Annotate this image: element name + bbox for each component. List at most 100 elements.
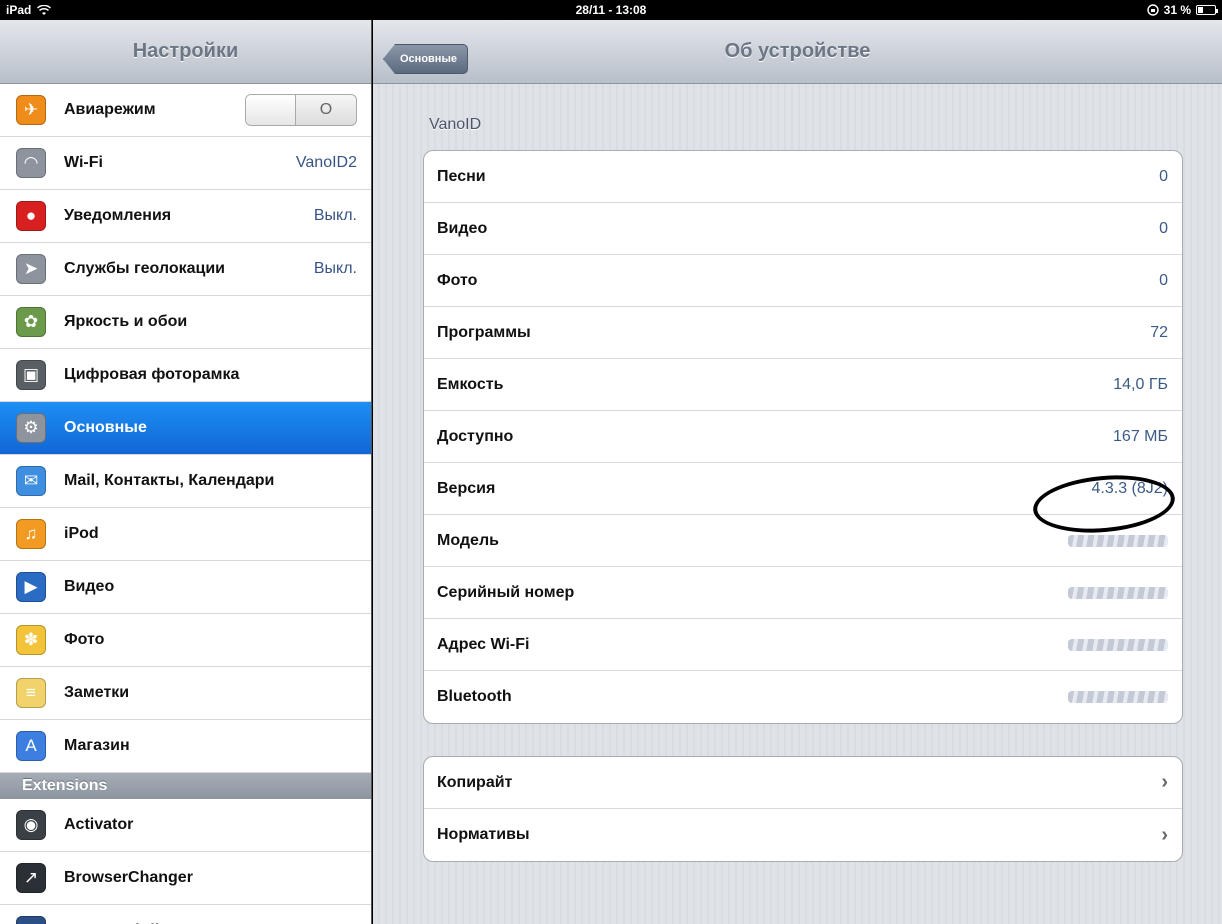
info-row-key: Модель bbox=[437, 531, 499, 549]
sidebar-item-label: Уведомления bbox=[64, 207, 172, 224]
general-icon: ⚙ bbox=[16, 413, 46, 443]
store-icon: A bbox=[16, 731, 46, 761]
sidebar-item[interactable]: ⚙ Основные bbox=[0, 402, 371, 455]
legal-row[interactable]: Копирайт › bbox=[424, 757, 1182, 809]
brightness-icon: ✿ bbox=[16, 307, 46, 337]
photo-frame-icon: ▣ bbox=[16, 360, 46, 390]
browserchanger-icon: ↗ bbox=[16, 863, 46, 893]
info-row-value: 0 bbox=[1159, 219, 1168, 237]
redacted-value bbox=[1068, 534, 1168, 547]
legal-table: Копирайт › Нормативы › bbox=[423, 756, 1183, 862]
info-row: Песни 0 bbox=[424, 151, 1182, 203]
info-row: Доступно 167 МБ bbox=[424, 411, 1182, 463]
battery-icon bbox=[1196, 5, 1218, 15]
sidebar-item[interactable]: ◠ Wi-Fi VanoID2 bbox=[0, 137, 371, 190]
sidebar-item[interactable]: ✿ Яркость и обои bbox=[0, 296, 371, 349]
status-bar: iPad 28/11 - 13:08 31 % bbox=[0, 0, 1222, 20]
legal-row[interactable]: Нормативы › bbox=[424, 809, 1182, 861]
sidebar-item-label: Авиарежим bbox=[64, 101, 156, 118]
airplane-icon: ✈ bbox=[16, 95, 46, 125]
chevron-right-icon: › bbox=[1161, 823, 1168, 846]
ipod-icon: ♫ bbox=[16, 519, 46, 549]
info-row: Фото 0 bbox=[424, 255, 1182, 307]
info-row-key: Фото bbox=[437, 271, 478, 289]
legal-row-label: Копирайт bbox=[437, 773, 513, 791]
info-row: Адрес Wi-Fi bbox=[424, 619, 1182, 671]
info-row-key: Песни bbox=[437, 167, 486, 185]
info-row: Bluetooth bbox=[424, 671, 1182, 723]
toggle-knob bbox=[246, 95, 296, 125]
info-row: Видео 0 bbox=[424, 203, 1182, 255]
info-row-key: Адрес Wi-Fi bbox=[437, 635, 530, 653]
info-row-value: 167 МБ bbox=[1113, 427, 1168, 445]
info-row-value: 0 bbox=[1159, 167, 1168, 185]
info-row-value: 14,0 ГБ bbox=[1113, 375, 1168, 393]
redacted-value bbox=[1068, 586, 1168, 599]
activator-icon: ◉ bbox=[16, 810, 46, 840]
redacted-value bbox=[1068, 638, 1168, 651]
info-row-key: Емкость bbox=[437, 375, 504, 393]
toggle-state-label: O bbox=[319, 101, 333, 118]
sidebar-item-label: Activator bbox=[64, 816, 134, 833]
info-row-key: Версия bbox=[437, 479, 496, 497]
sidebar-item-value: Выкл. bbox=[313, 207, 357, 224]
sidebar-item-value: Выкл. bbox=[313, 260, 357, 277]
sidebar-item[interactable]: ▣ Цифровая фоторамка bbox=[0, 349, 371, 402]
battery-percent: 31 % bbox=[1163, 3, 1191, 17]
page-title: Об устройстве bbox=[724, 40, 871, 62]
sidebar-item-label: Службы геолокации bbox=[64, 260, 226, 277]
info-row: Емкость 14,0 ГБ bbox=[424, 359, 1182, 411]
info-row-key: Bluetooth bbox=[437, 688, 512, 705]
mail-icon: ✉ bbox=[16, 466, 46, 496]
sidebar-item[interactable]: ≡ Заметки bbox=[0, 667, 371, 720]
sidebar-item-label: Цифровая фоторамка bbox=[64, 366, 240, 383]
chevron-right-icon: › bbox=[1161, 771, 1168, 793]
info-row-key: Программы bbox=[437, 323, 531, 341]
sidebar-item[interactable]: ● Уведомления Выкл. bbox=[0, 190, 371, 243]
info-table: Песни 0 Видео 0 Фото 0 Программы 72 Емкость 14,0 … bbox=[423, 150, 1183, 724]
info-row: Программы 72 bbox=[424, 307, 1182, 359]
sidebar-item[interactable]: ✽ Фото bbox=[0, 614, 371, 667]
sidebar-item-value: VanoID2 bbox=[295, 154, 357, 171]
sidebar-item[interactable]: ⚿PasswordPilot bbox=[0, 905, 371, 924]
sidebar-item[interactable]: ♫ iPod bbox=[0, 508, 371, 561]
sidebar-item-label: Видео bbox=[64, 578, 115, 595]
sidebar-item-label: Магазин bbox=[64, 737, 130, 754]
sidebar-item[interactable]: ▶ Видео bbox=[0, 561, 371, 614]
navigation-bar: Основные Об устройстве bbox=[373, 20, 1222, 84]
sidebar-item-label: Mail, Контакты, Календари bbox=[64, 472, 275, 489]
info-row-key: Доступно bbox=[437, 427, 514, 445]
sidebar-item[interactable]: ✉ Mail, Контакты, Календари bbox=[0, 455, 371, 508]
wifi-icon: ◠ bbox=[16, 148, 46, 178]
sidebar-item-label: BrowserChanger bbox=[64, 869, 193, 886]
settings-sidebar: Настройки ✈ Авиарежим O ◠ Wi-Fi VanoID2 ● Уведо… bbox=[0, 20, 372, 924]
sidebar-item[interactable]: ↗ BrowserChanger bbox=[0, 852, 371, 905]
airplane-mode-toggle[interactable]: O bbox=[245, 94, 357, 126]
sidebar-item-label: Основные bbox=[64, 419, 147, 436]
legal-row-label: Нормативы bbox=[437, 826, 530, 843]
sidebar-item[interactable]: ➤ Службы геолокации Выкл. bbox=[0, 243, 371, 296]
video-icon: ▶ bbox=[16, 572, 46, 602]
extensions-section-header: Extensions bbox=[0, 773, 371, 799]
info-row-value: 0 bbox=[1159, 271, 1168, 289]
sidebar-item-label: iPod bbox=[64, 525, 99, 542]
about-panel: Основные Об устройстве VanoID Песни 0 Виде… bbox=[373, 20, 1222, 924]
sidebar-item-label: Заметки bbox=[64, 684, 130, 701]
sidebar-item-label: Фото bbox=[64, 631, 105, 648]
info-row-key: Серийный номер bbox=[437, 583, 575, 601]
passwordpilot-icon: ⚿ bbox=[16, 916, 46, 924]
location-icon: ➤ bbox=[16, 254, 46, 284]
photos-icon: ✽ bbox=[16, 625, 46, 655]
info-row-value: 72 bbox=[1150, 323, 1168, 341]
sidebar-item[interactable]: A Магазин bbox=[0, 720, 371, 773]
info-row-key: Видео bbox=[437, 219, 488, 237]
sidebar-item-label: Яркость и обои bbox=[64, 313, 188, 330]
sidebar-title: Настройки bbox=[0, 20, 371, 84]
device-name-label: VanoID bbox=[429, 116, 482, 133]
sidebar-item[interactable]: ◉ Activator bbox=[0, 799, 371, 852]
redacted-value bbox=[1068, 691, 1168, 703]
sidebar-item-label: Wi-Fi bbox=[64, 154, 103, 171]
info-row: Серийный номер bbox=[424, 567, 1182, 619]
sidebar-item[interactable]: ✈ Авиарежим O bbox=[0, 84, 371, 137]
notes-icon: ≡ bbox=[16, 678, 46, 708]
